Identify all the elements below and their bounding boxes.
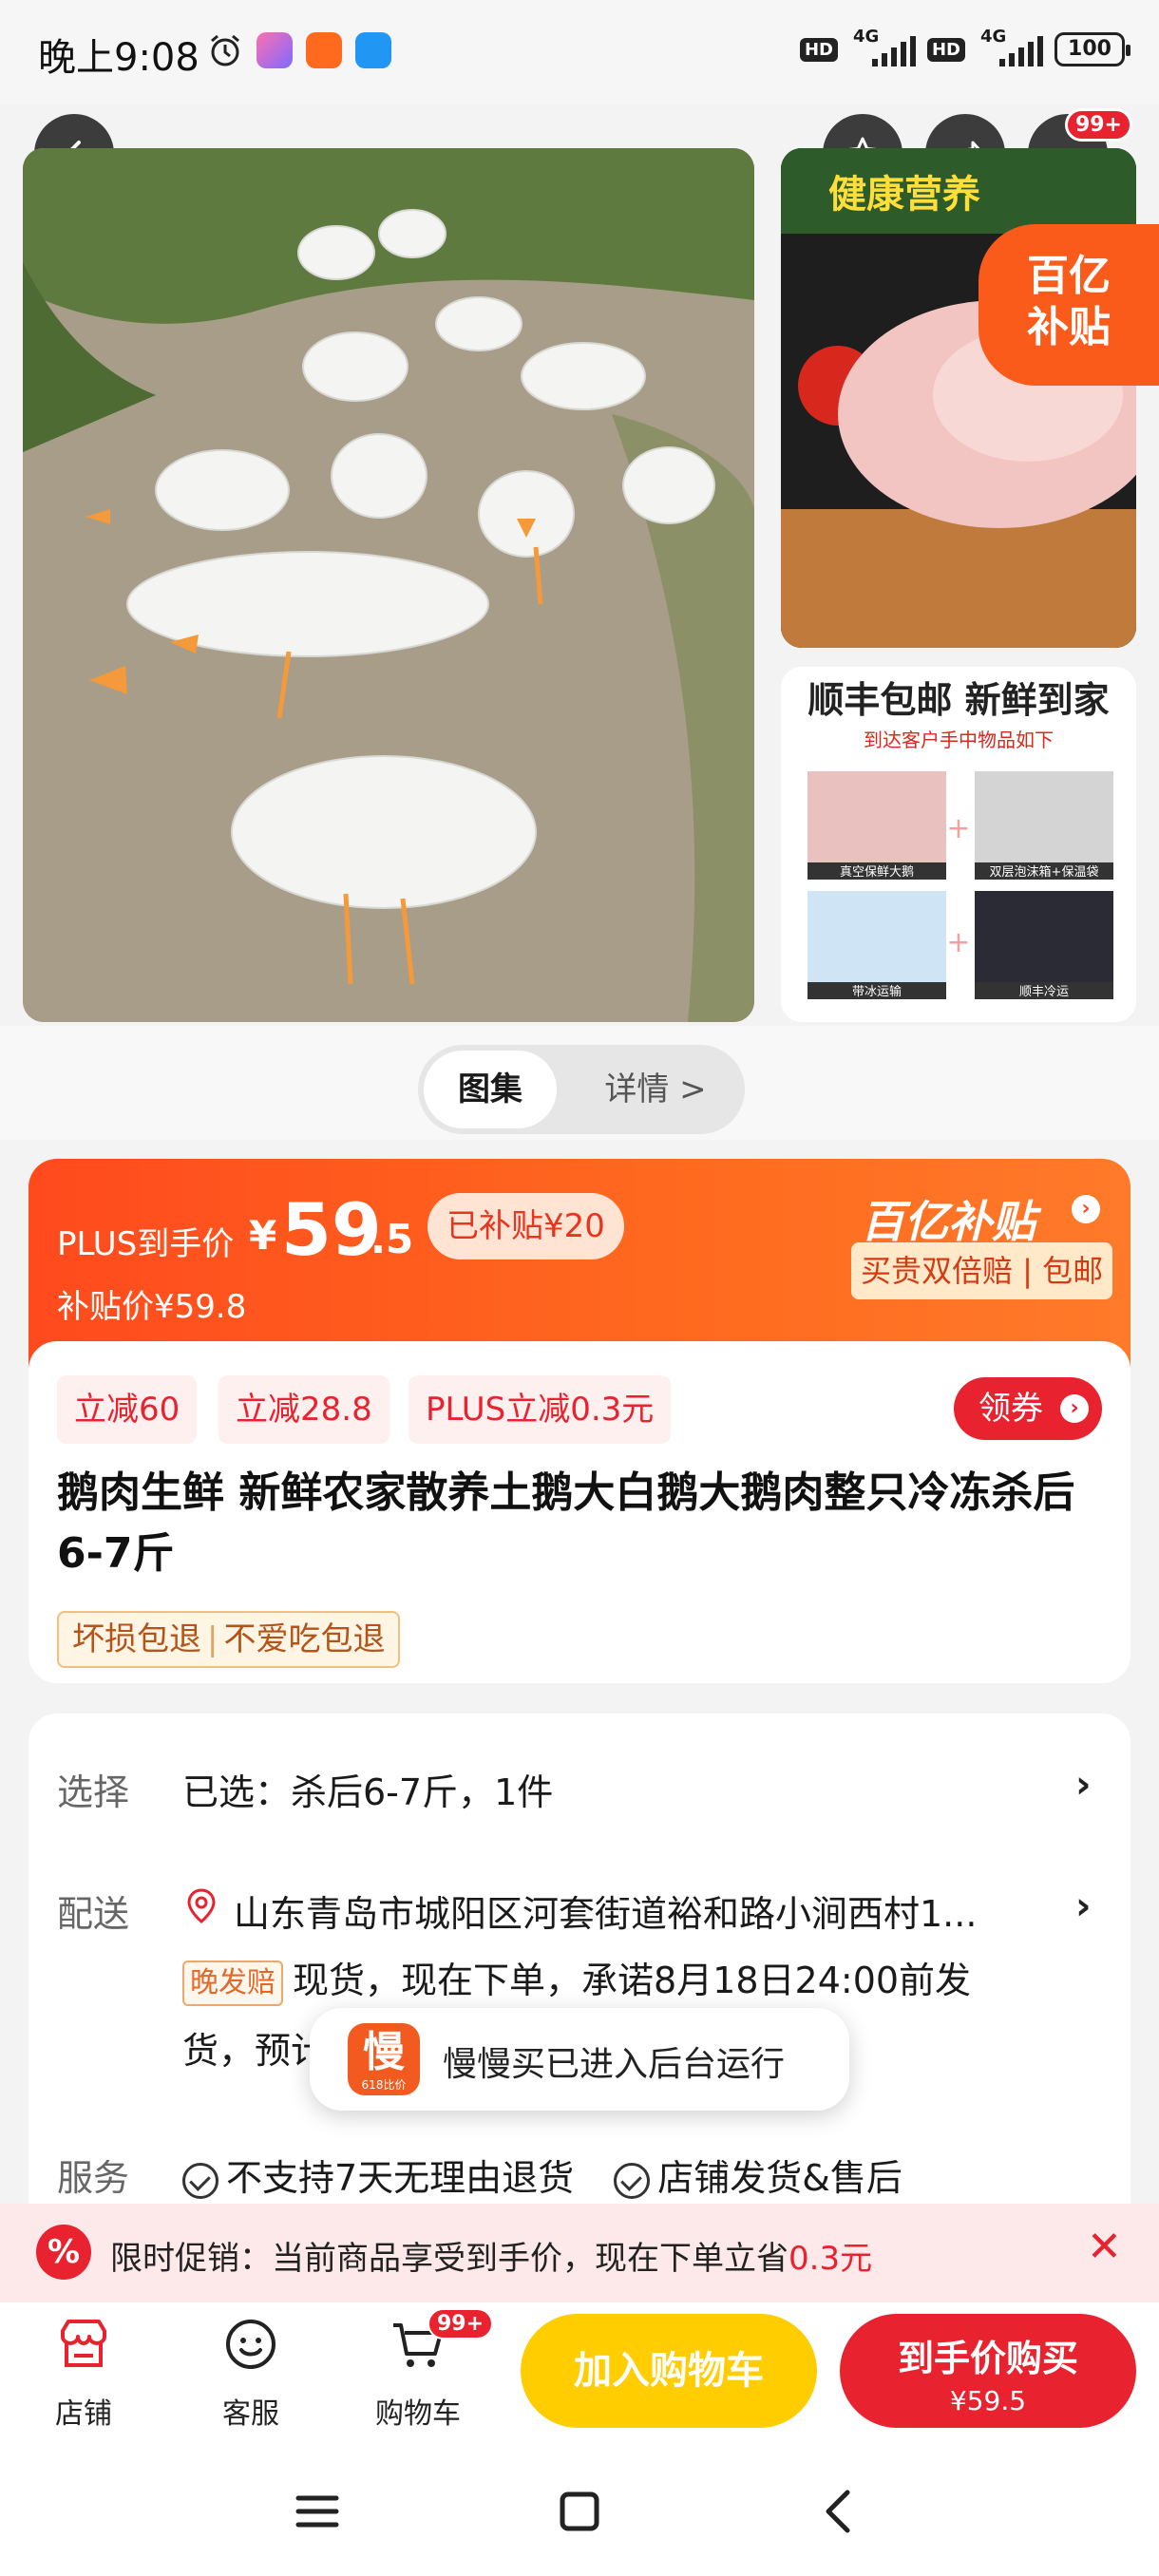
toast-message: 慢慢买已进入后台运行	[443, 2045, 786, 2084]
shipping-item-label: 带冰运输	[852, 984, 902, 999]
customer-service-button[interactable]: 客服	[194, 2314, 308, 2432]
shipping-item-label: 顺丰冷运	[1019, 985, 1069, 999]
buy-now-price: ¥59.5	[949, 2385, 1027, 2416]
status-bar: 晚上9:08 HD 4G HD 4G 100	[0, 0, 1159, 104]
alarm-icon	[211, 34, 239, 66]
tab-detail[interactable]: 详情 >	[589, 1051, 722, 1128]
promo-bar-text: 限时促销：当前商品享受到手价，现在下单立省0.3元	[110, 2240, 873, 2278]
side-photo-meat[interactable]: 健康营养	[781, 148, 1136, 648]
shipping-subtitle: 到达客户手中物品如下	[864, 729, 1054, 751]
background-run-toast: 慢 618比价 慢慢买已进入后台运行	[310, 2008, 849, 2111]
close-icon[interactable]: ✕	[1087, 2223, 1122, 2271]
shipping-info-image: 顺丰包邮 新鲜到家 到达客户手中物品如下 真空保鲜大鹅 双层泡沫箱+保温袋 带冰…	[781, 667, 1136, 1022]
get-coupon-button[interactable]: 领券 ›	[954, 1377, 1102, 1440]
cart-count-badge: 99+	[428, 2308, 494, 2339]
customer-service-label: 客服	[222, 2397, 279, 2431]
game-app-icon	[256, 32, 293, 68]
menu-icon[interactable]	[287, 2481, 348, 2542]
service-label: 服务	[57, 2157, 130, 2199]
shopping-app-icon	[306, 32, 342, 68]
buy-now-button[interactable]: 到手价购买 ¥59.5	[840, 2314, 1136, 2428]
signal-icon-1: 4G	[849, 27, 916, 68]
subsidized-amount-chip: 已补贴¥20	[428, 1193, 624, 1260]
delivery-promise: 晚发赔 现货，现在下单，承诺8月18日24:00前发	[182, 1951, 971, 2006]
service-items[interactable]: 不支持7天无理由退货 店铺发货&售后	[182, 2149, 902, 2201]
cart-label: 购物车	[375, 2397, 461, 2431]
svg-text:+: +	[946, 812, 970, 845]
delivery-address[interactable]: 山东青岛市城阳区河套街道裕和路小涧西村1...	[234, 1885, 977, 1937]
hd-badge-1: HD	[799, 37, 838, 62]
price-integer: 59	[281, 1187, 382, 1272]
check-circle-icon	[182, 2162, 218, 2199]
subsidy-brand-strap: 买贵双倍赔 | 包邮	[851, 1242, 1113, 1299]
product-title: 鹅肉生鲜 新鲜农家散养土鹅大白鹅大鹅肉整只冷冻杀后6-7斤	[57, 1468, 1075, 1578]
guarantee-taste: 不爱吃包退	[223, 1620, 386, 1658]
status-system-icons: HD 4G HD 4G 100	[799, 27, 1130, 68]
side-photo-shipping[interactable]: 顺丰包邮 新鲜到家 到达客户手中物品如下 真空保鲜大鹅 双层泡沫箱+保温袋 带冰…	[781, 667, 1136, 1022]
service-item: 不支持7天无理由退货	[226, 2157, 575, 2199]
promo-bar-amount: 0.3元	[788, 2240, 873, 2278]
buy-now-title: 到手价购买	[897, 2338, 1078, 2379]
late-compensation-tag: 晚发赔	[182, 1960, 283, 2006]
promo-tag: 立减60	[57, 1375, 198, 1444]
plus-price-label: PLUS到手价	[57, 1225, 235, 1263]
status-notification-icons	[207, 32, 391, 68]
home-icon[interactable]	[549, 2481, 610, 2542]
location-pin-icon	[187, 1888, 216, 1923]
add-to-cart-button[interactable]: 加入购物车	[521, 2314, 817, 2428]
customer-service-icon	[226, 2320, 276, 2369]
price-currency: ¥	[249, 1212, 277, 1259]
hd-badge-2: HD	[926, 37, 965, 62]
tab-gallery[interactable]: 图集	[424, 1051, 557, 1128]
delivery-label: 配送	[57, 1893, 130, 1935]
chevron-right-icon[interactable]: ›	[1075, 1885, 1091, 1928]
select-label: 选择	[57, 1771, 130, 1813]
guarantee-damage: 坏损包退	[72, 1620, 201, 1658]
back-icon[interactable]	[809, 2481, 870, 2542]
promo-tag: PLUS立减0.3元	[408, 1375, 672, 1444]
service-item: 店铺发货&售后	[657, 2157, 902, 2199]
status-time: 晚上9:08	[38, 36, 200, 80]
battery-icon: 100	[1054, 32, 1130, 66]
store-label: 店铺	[55, 2397, 112, 2431]
chat-app-icon	[355, 32, 391, 68]
delivery-promise-line1: 现货，现在下单，承诺8月18日24:00前发	[293, 1960, 972, 2001]
manmanmai-logo: 慢 618比价	[348, 2023, 420, 2095]
coupon-label: 领券	[978, 1390, 1043, 1428]
guarantee-badge[interactable]: 坏损包退 | 不爱吃包退	[57, 1611, 401, 1668]
svg-text:+: +	[946, 926, 970, 959]
chevron-right-icon: ›	[1060, 1394, 1089, 1423]
shipping-item-label: 双层泡沫箱+保温袋	[990, 864, 1099, 880]
promo-tag: 立减28.8	[218, 1375, 390, 1444]
guarantee-separator: |	[207, 1620, 218, 1658]
subsidy-price: 补贴价¥59.8	[57, 1288, 247, 1326]
select-value[interactable]: 已选：杀后6-7斤，1件	[182, 1763, 553, 1815]
chevron-right-icon[interactable]: ›	[1072, 1195, 1100, 1223]
main-product-photo[interactable]	[23, 148, 754, 1022]
subsidy-brand-title[interactable]: 百亿补贴	[861, 1187, 1036, 1250]
price-decimal: .5	[370, 1216, 414, 1262]
discount-icon: %	[36, 2225, 91, 2280]
store-button[interactable]: 店铺	[27, 2314, 141, 2432]
side-top-banner: 健康营养	[828, 173, 980, 217]
store-icon	[61, 2320, 106, 2367]
subsidy-corner-badge: 百亿 补贴	[978, 224, 1159, 386]
check-circle-icon	[614, 2162, 651, 2199]
delivery-promise-line2: 货，预计	[182, 2030, 328, 2072]
goose-meat-photo: 健康营养	[781, 148, 1136, 648]
geese-photo	[23, 148, 754, 1022]
message-count-badge: 99+	[1064, 108, 1132, 142]
chevron-right-icon[interactable]: ›	[1075, 1763, 1091, 1807]
cart-button[interactable]: 99+ 购物车	[361, 2308, 494, 2432]
shipping-title: 顺丰包邮 新鲜到家	[808, 679, 1109, 721]
signal-icon-2: 4G	[977, 27, 1043, 68]
shipping-item-label: 真空保鲜大鹅	[840, 864, 914, 880]
